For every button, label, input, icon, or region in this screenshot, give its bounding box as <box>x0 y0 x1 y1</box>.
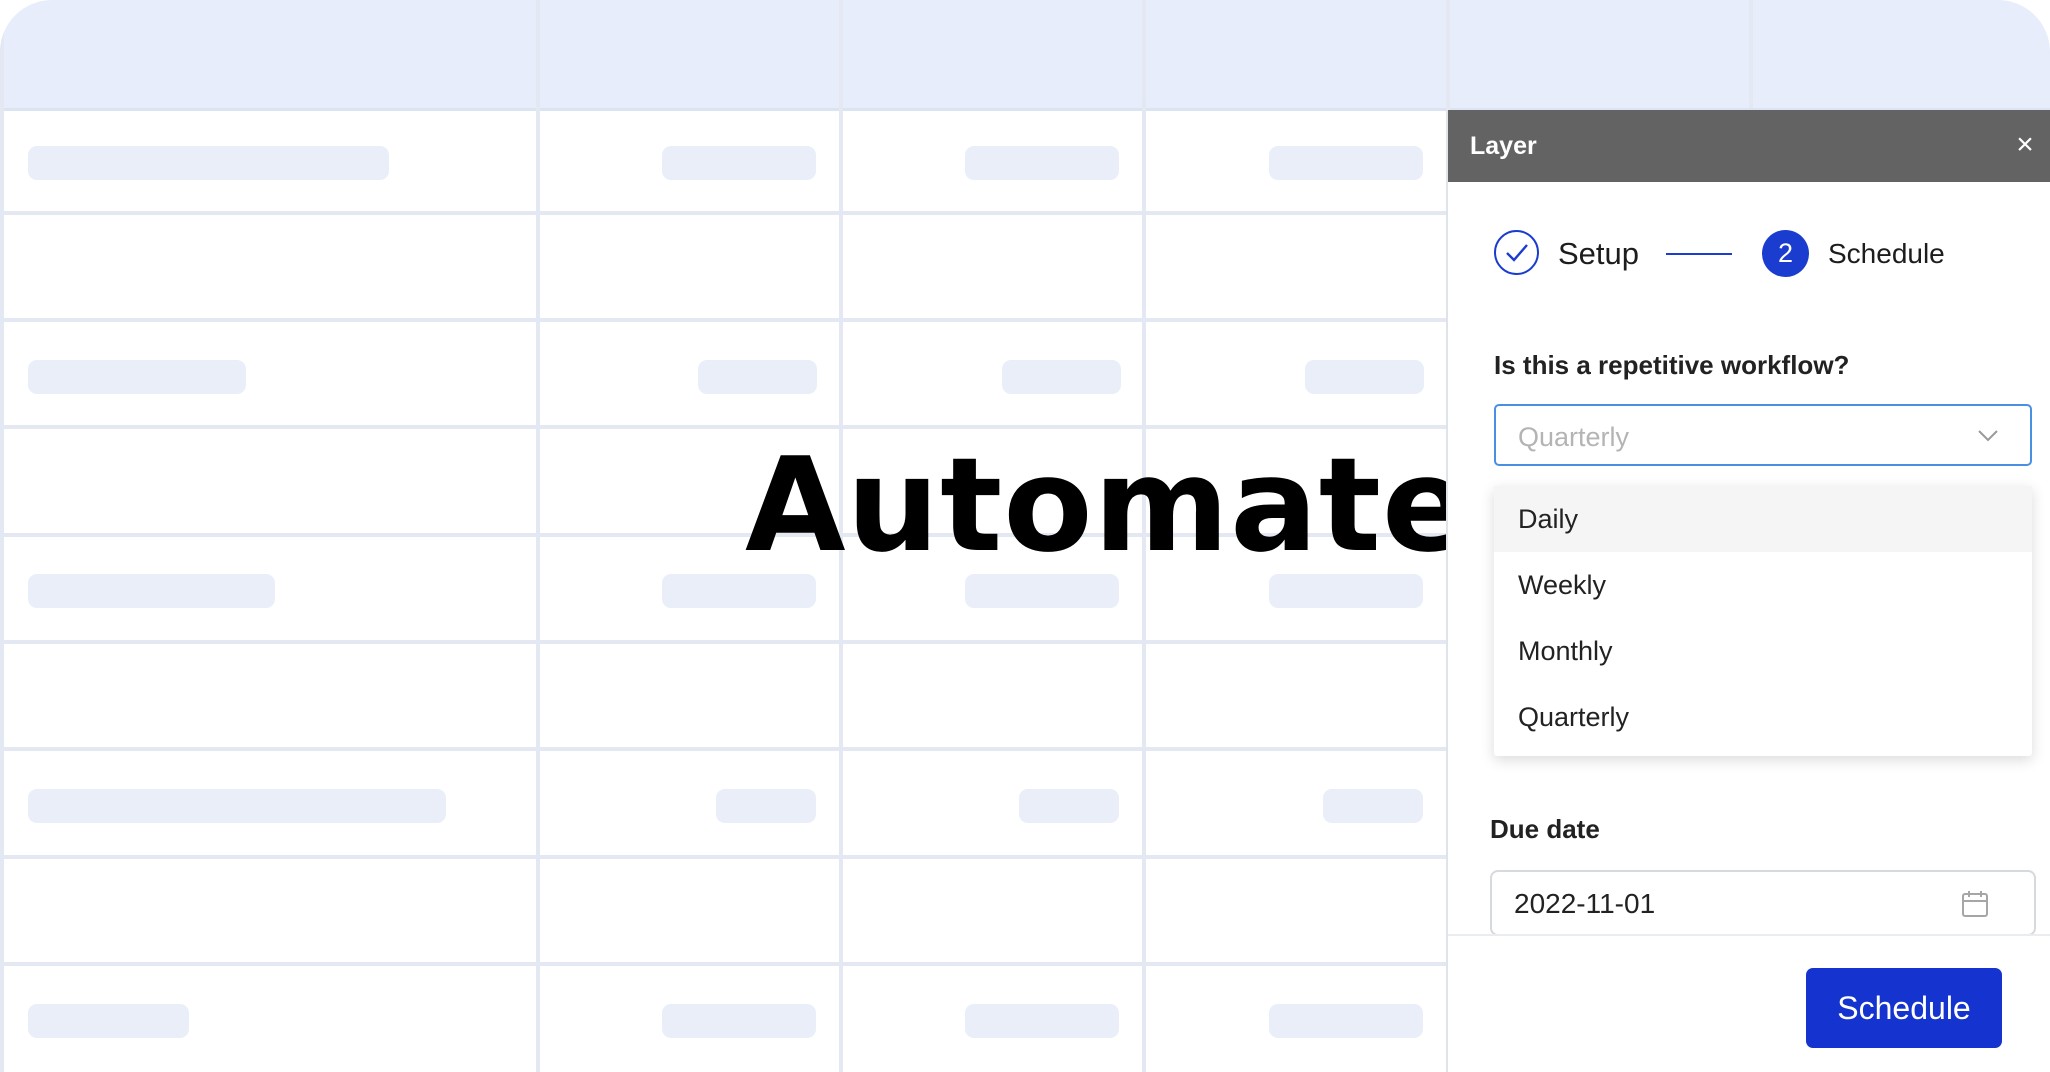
step-setup-label: Setup <box>1558 236 1640 271</box>
step-connector <box>1666 253 1732 255</box>
column-divider <box>1749 0 1753 108</box>
option-daily[interactable]: Daily <box>1494 486 2032 552</box>
app-canvas: Automate Layer × Setup 2 Schedule Is thi… <box>0 0 2050 1072</box>
repetition-dropdown: Daily Weekly Monthly Quarterly <box>1494 486 2032 756</box>
calendar-icon[interactable] <box>1960 889 1990 924</box>
skeleton-cell <box>1323 789 1423 823</box>
skeleton-cell <box>965 1004 1119 1038</box>
skeleton-cell <box>965 146 1119 180</box>
skeleton-cell <box>28 574 275 608</box>
step-number-badge: 2 <box>1762 230 1809 277</box>
repetition-select[interactable]: Quarterly <box>1494 404 2032 466</box>
skeleton-cell <box>28 789 446 823</box>
skeleton-cell <box>662 1004 816 1038</box>
skeleton-cell <box>1269 146 1423 180</box>
skeleton-cell <box>28 146 389 180</box>
select-value: Quarterly <box>1518 422 1630 452</box>
skeleton-cell <box>1305 360 1424 394</box>
option-weekly[interactable]: Weekly <box>1494 552 2032 618</box>
skeleton-cell <box>662 146 816 180</box>
option-monthly[interactable]: Monthly <box>1494 618 2032 684</box>
skeleton-cell <box>698 360 817 394</box>
skeleton-cell <box>1002 360 1121 394</box>
skeleton-cell <box>1019 789 1119 823</box>
headline: Automate <box>745 429 1472 581</box>
due-date-input[interactable]: 2022-11-01 <box>1490 870 2036 936</box>
option-quarterly[interactable]: Quarterly <box>1494 684 2032 750</box>
skeleton-cell <box>1269 1004 1423 1038</box>
schedule-button[interactable]: Schedule <box>1806 968 2002 1048</box>
due-date-label: Due date <box>1490 814 1600 844</box>
schedule-panel: Layer × Setup 2 Schedule Is this a repet… <box>1446 110 2050 1072</box>
skeleton-cell <box>28 360 246 394</box>
skeleton-cell <box>716 789 816 823</box>
table-header-row <box>0 0 2050 111</box>
step-schedule-label: Schedule <box>1828 238 1945 269</box>
panel-header: Layer × <box>1448 110 2050 182</box>
footer-divider <box>1448 934 2050 936</box>
skeleton-cell <box>28 1004 189 1038</box>
panel-title: Layer <box>1470 132 1537 160</box>
repetition-label: Is this a repetitive workflow? <box>1494 350 1850 380</box>
close-icon[interactable]: × <box>2008 128 2042 162</box>
chevron-down-icon <box>1976 422 2000 453</box>
due-date-value: 2022-11-01 <box>1514 888 1656 919</box>
check-icon <box>1494 230 1539 275</box>
